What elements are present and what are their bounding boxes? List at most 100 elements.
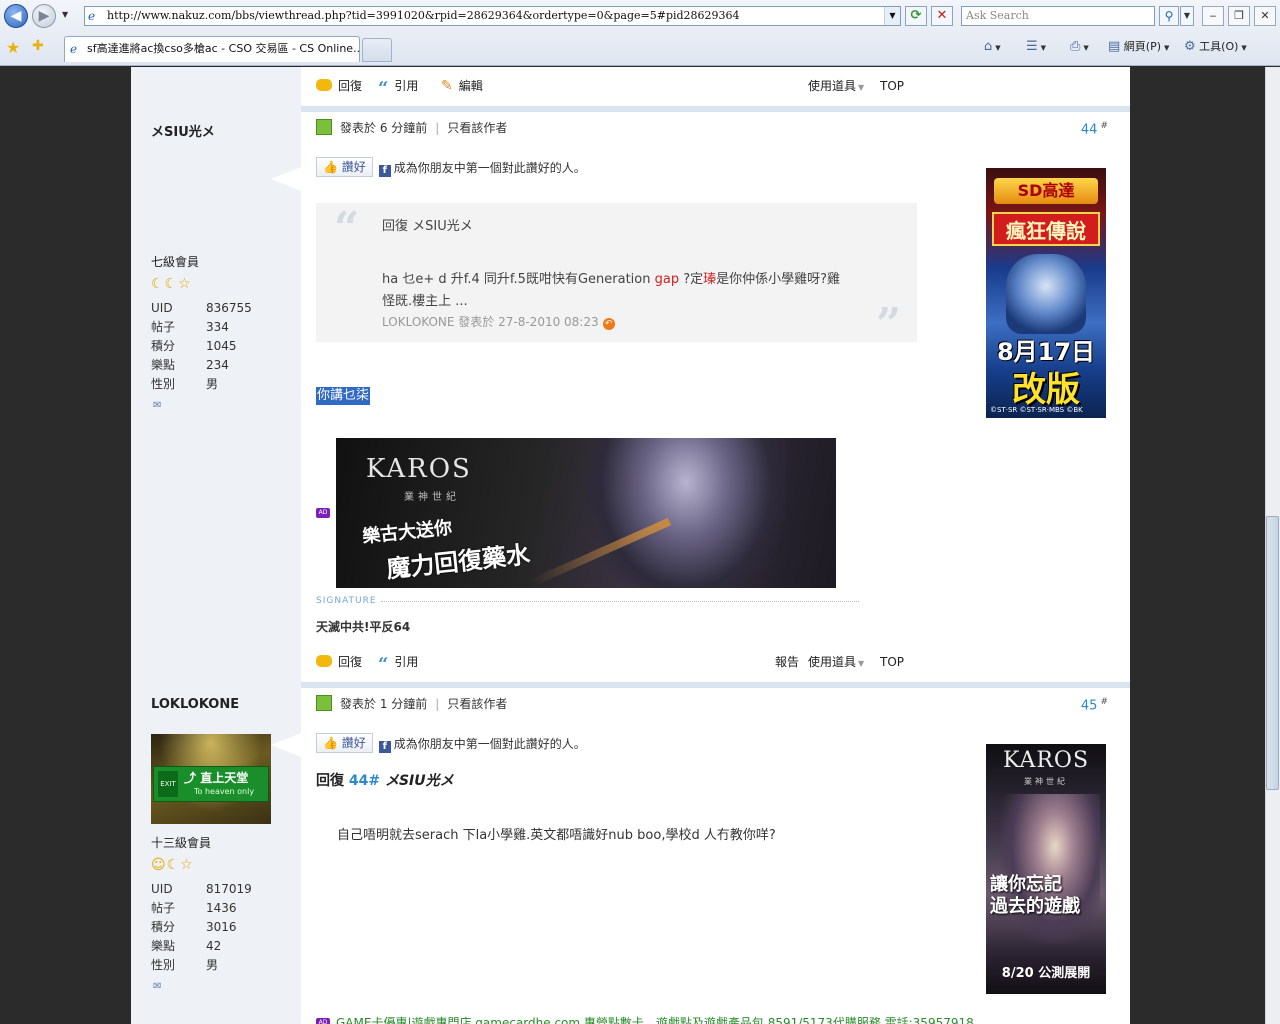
stat-row: UID 836755 (151, 301, 252, 315)
top-link[interactable]: TOP (880, 652, 904, 672)
stop-button[interactable]: ✕ (931, 6, 953, 26)
restore-button[interactable]: ❐ (1228, 6, 1250, 26)
post-message: 自己唔明就去serach 下la小學雞.英文都唔識好nub boo,學校d 人冇… (337, 828, 776, 843)
floor-number[interactable]: 44 # (1081, 121, 1108, 137)
only-author-link[interactable]: 只看該作者 (447, 697, 507, 711)
msn-icon[interactable]: ✉ (153, 400, 161, 411)
search-input[interactable]: Ask Search (961, 6, 1155, 26)
robot-illustration (1006, 254, 1086, 334)
ad-headline: 改版 (1012, 370, 1080, 410)
back-arrow-icon[interactable]: ◀ (4, 4, 28, 28)
new-tab-button[interactable] (362, 38, 392, 62)
author-name[interactable]: メSIU光メ (151, 121, 215, 140)
add-favorite-icon[interactable]: ✚ (32, 38, 44, 54)
chevron-down-icon: ▼ (858, 83, 865, 92)
browser-tab[interactable]: ℯ sf高達進將ac換cso多槍ac - CSO 交易區 - CS Online… (64, 36, 360, 62)
go-to-post-icon[interactable]: ↶ (602, 318, 615, 330)
ad-logo-sub: 業神世紀 (1024, 777, 1068, 786)
signature-text: 天滅中共!平反64 (316, 620, 411, 634)
reply-icon (316, 79, 332, 91)
stat-row: 積分 1045 (151, 339, 237, 353)
floor-number[interactable]: 45 # (1081, 697, 1108, 713)
quote-icon: “ (378, 78, 389, 99)
stat-row: 性別男 (151, 958, 219, 972)
member-rank: 十三級會員 (151, 836, 212, 850)
stat-row: 帖子 1436 (151, 901, 237, 915)
ad-badge-icon: AD (316, 1018, 330, 1024)
reply-floor-link[interactable]: 44# (349, 773, 380, 789)
post-actions: 回復 “引用 報告 使用道具 ▼ TOP (316, 652, 916, 675)
page-background-right (1130, 67, 1265, 1024)
page-icon: ℯ (70, 42, 78, 56)
karos-banner-ad[interactable]: KAROS 業神世紀 樂古大送你 魔力回復藥水 (336, 438, 836, 588)
tools-menu[interactable]: ⚙ 工具(O) ▼ (1184, 38, 1247, 56)
signature-divider (381, 601, 859, 602)
author-stats: UID 836755 帖子 334 積分 1045 樂點 234 性別男 (151, 299, 252, 394)
tab-title: sf高達進將ac換cso多槍ac - CSO 交易區 - CS Online..… (87, 42, 360, 55)
forum-thread: 回復 “引用 ✎ 編輯 使用道具 ▼ TOP メSIU光メ 七級會員 ☾☾☆ UID… (131, 67, 1130, 1024)
search-icon[interactable]: ⚲ (1159, 6, 1179, 26)
search-dropdown-icon[interactable]: ▼ (1180, 6, 1194, 26)
like-row: 👍 讚好 f 成為你朋友中第一個對此讚好的人。 (316, 733, 586, 755)
author-name[interactable]: LOKLOKONE (151, 697, 239, 712)
tools-dropdown[interactable]: 使用道具 ▼ (808, 652, 864, 674)
text-ad-link[interactable]: GAME卡優惠|遊戲專門店 gamecardhe.com 專營點數卡、遊戲點及遊… (336, 1014, 974, 1024)
print-button[interactable]: ⎙ ▼ (1070, 38, 1089, 56)
quoted-post: “ 回復 メSIU光メ ha 乜e+ d 升f.4 同升f.5既咁快有Gener… (316, 203, 917, 347)
stat-row: 樂點 42 (151, 939, 222, 953)
like-button[interactable]: 👍 讚好 (316, 733, 373, 753)
edit-link[interactable]: ✎ 編輯 (441, 76, 483, 96)
ad-footer: 8/20 公測展開 (1001, 966, 1091, 981)
open-quote-icon: “ (334, 203, 360, 254)
scrollbar-thumb[interactable] (1266, 516, 1279, 790)
address-bar[interactable]: ℯ http://www.nakuz.com/bbs/viewthread.ph… (84, 6, 901, 26)
post-time: 發表於 6 分鐘前 (340, 121, 428, 135)
forward-arrow-icon[interactable]: ▶ (32, 4, 56, 28)
post-time: 發表於 1 分鐘前 (340, 697, 428, 711)
facebook-icon: f (378, 741, 391, 753)
address-dropdown-icon[interactable]: ▼ (884, 7, 900, 25)
post-actions-top: 回復 “引用 ✎ 編輯 使用道具 ▼ TOP (316, 76, 916, 99)
karos-side-ad[interactable]: KAROS 業神世紀 讓你忘記 過去的遊戲 8/20 公測展開 (986, 744, 1106, 994)
avatar[interactable]: EXIT ⤴ 直上天堂 To heaven only (151, 734, 271, 824)
minimize-button[interactable]: ‒ (1202, 6, 1224, 26)
reply-icon (316, 655, 332, 667)
like-text: 成為你朋友中第一個對此讚好的人。 (393, 737, 586, 751)
stat-row: UID 817019 (151, 882, 252, 896)
refresh-button[interactable]: ⟳ (905, 6, 927, 26)
home-button[interactable]: ⌂ ▼ (984, 38, 1001, 56)
printer-icon: ⎙ (1070, 39, 1081, 54)
only-author-link[interactable]: 只看該作者 (447, 121, 507, 135)
reply-title: 回復 44# メSIU光メ (316, 773, 454, 789)
hash-icon: # (1100, 697, 1108, 707)
online-status-icon (316, 695, 332, 711)
feeds-button[interactable]: ☰ ▼ (1026, 38, 1046, 56)
like-text: 成為你朋友中第一個對此讚好的人。 (393, 161, 586, 175)
top-link[interactable]: TOP (880, 76, 904, 96)
reply-link[interactable]: 回復 (316, 76, 362, 96)
ad-copyright: ©ST·SR ©ST·SR·MBS ©BK (990, 406, 1083, 414)
close-window-button[interactable]: ✕ (1254, 6, 1276, 26)
tools-dropdown[interactable]: 使用道具 ▼ (808, 76, 864, 98)
page-menu[interactable]: ▤ 網頁(P) ▼ (1108, 38, 1169, 56)
favorites-star-icon[interactable]: ★ (6, 38, 20, 57)
quote-source: LOKLOKONE 發表於 27-8-2010 08:23 ↶ (382, 313, 615, 330)
avatar-sign-subtext: To heaven only (194, 787, 255, 796)
quote-link[interactable]: “引用 (378, 652, 418, 675)
report-link[interactable]: 報告 (775, 652, 799, 672)
author-pointer (271, 167, 301, 191)
like-row: 👍 讚好 f 成為你朋友中第一個對此讚好的人。 (316, 157, 586, 179)
history-dropdown-icon[interactable]: ▼ (62, 10, 68, 19)
sd-gundam-side-ad[interactable]: SD高達 瘋狂傳說 8月17日 改版 ©ST·SR ©ST·SR·MBS ©BK (986, 168, 1106, 418)
page-menu-icon: ▤ (1108, 39, 1121, 54)
signature-label: SIGNATURE (316, 596, 377, 606)
msn-icon[interactable]: ✉ (153, 981, 161, 992)
quote-link[interactable]: “引用 (378, 76, 418, 99)
ad-character (1000, 794, 1100, 944)
quote-body: ha 乜e+ d 升f.4 同升f.5既咁快有Generation gap ?定… (382, 272, 841, 309)
post-separator (301, 682, 1130, 688)
avatar-exit-sign: EXIT ⤴ 直上天堂 To heaven only (153, 766, 269, 802)
reply-link[interactable]: 回復 (316, 652, 362, 672)
chevron-down-icon: ▼ (858, 659, 865, 668)
like-button[interactable]: 👍 讚好 (316, 157, 373, 177)
